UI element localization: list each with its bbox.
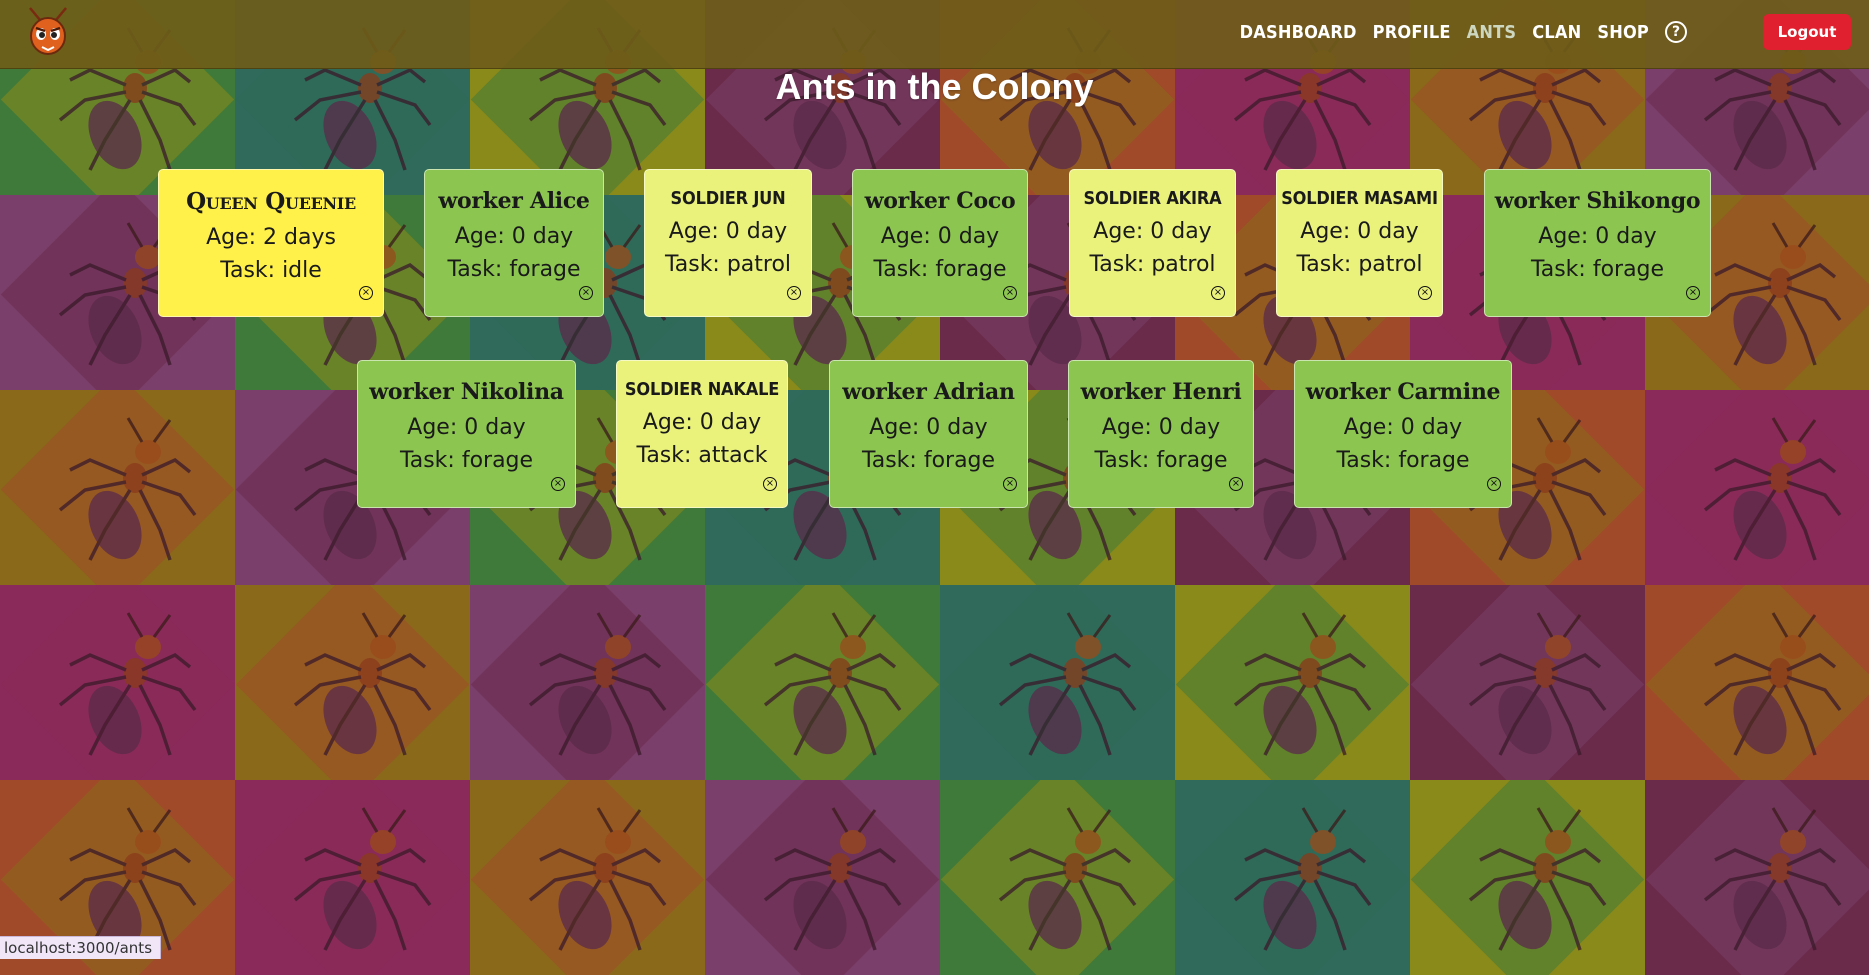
ant-name: worker Shikongo <box>1494 188 1701 214</box>
ant-card[interactable]: worker Shikongo Age: 0 day Task: forage × <box>1484 169 1711 317</box>
ant-age: Age: 0 day <box>869 415 988 440</box>
top-navbar: DASHBOARD PROFILE ANTS CLAN SHOP ? Logou… <box>0 0 1869 69</box>
remove-ant-icon[interactable]: × <box>1003 286 1017 300</box>
ant-task: Task: attack <box>636 443 768 468</box>
ant-age: Age: 0 day <box>1093 219 1212 244</box>
ant-name: worker Adrian <box>842 379 1015 405</box>
nav-clan[interactable]: CLAN <box>1532 22 1581 43</box>
logout-button[interactable]: Logout <box>1763 14 1851 50</box>
ant-age: Age: 0 day <box>880 224 1000 249</box>
ant-name: worker Nikolina <box>369 379 564 405</box>
remove-ant-icon[interactable]: × <box>1003 477 1017 491</box>
main-nav: DASHBOARD PROFILE ANTS CLAN SHOP ? <box>1240 0 1687 64</box>
ant-card-list: Queen Queenie Age: 2 days Task: idle × work… <box>0 0 1869 959</box>
ant-age: Age: 0 day <box>1300 219 1419 244</box>
ant-task: Task: forage <box>1094 448 1228 473</box>
ant-task: Task: forage <box>399 448 534 473</box>
ant-card[interactable]: SOLDIER AKIRA Age: 0 day Task: patrol × <box>1069 169 1236 317</box>
ant-card[interactable]: worker Coco Age: 0 day Task: forage × <box>852 169 1028 317</box>
remove-ant-icon[interactable]: × <box>551 477 565 491</box>
ant-name: worker Henri <box>1080 379 1242 405</box>
help-icon[interactable]: ? <box>1665 21 1687 43</box>
ant-card[interactable]: Queen Queenie Age: 2 days Task: idle × <box>158 169 384 317</box>
ant-logo-icon[interactable] <box>22 6 74 62</box>
ant-age: Age: 0 day <box>668 219 788 244</box>
ant-task: Task: patrol <box>1296 252 1423 277</box>
ant-name: worker Alice <box>438 188 590 214</box>
ant-name: Queen Queenie <box>186 188 356 215</box>
nav-ants[interactable]: ANTS <box>1467 22 1517 43</box>
ant-age: Age: 0 day <box>1343 415 1463 440</box>
remove-ant-icon[interactable]: × <box>787 286 801 300</box>
ant-card[interactable]: SOLDIER NAKALE Age: 0 day Task: attack × <box>616 360 788 508</box>
ant-task: Task: forage <box>1530 257 1665 282</box>
ant-task: Task: patrol <box>1089 252 1216 277</box>
status-bar-url: localhost:3000/ants <box>0 936 162 959</box>
ant-name: worker Carmine <box>1305 379 1501 405</box>
ant-name: SOLDIER MASAMI <box>1281 188 1438 209</box>
ant-name: SOLDIER JUN <box>670 188 786 209</box>
remove-ant-icon[interactable]: × <box>1686 286 1700 300</box>
ant-age: Age: 0 day <box>454 224 574 249</box>
ant-task: Task: forage <box>873 257 1007 282</box>
remove-ant-icon[interactable]: × <box>1418 286 1432 300</box>
ant-age: Age: 0 day <box>407 415 526 440</box>
ant-name: SOLDIER AKIRA <box>1083 188 1222 209</box>
nav-shop[interactable]: SHOP <box>1597 22 1649 43</box>
remove-ant-icon[interactable]: × <box>1211 286 1225 300</box>
ant-card[interactable]: SOLDIER JUN Age: 0 day Task: patrol × <box>644 169 812 317</box>
nav-dashboard[interactable]: DASHBOARD <box>1240 22 1357 43</box>
remove-ant-icon[interactable]: × <box>763 477 777 491</box>
ant-task: Task: forage <box>1336 448 1470 473</box>
ant-age: Age: 0 day <box>642 410 762 435</box>
ant-task: Task: patrol <box>664 252 792 277</box>
remove-ant-icon[interactable]: × <box>579 286 593 300</box>
ant-age: Age: 0 day <box>1538 224 1657 249</box>
ant-task: Task: idle <box>220 258 322 283</box>
remove-ant-icon[interactable]: × <box>359 286 373 300</box>
ant-card[interactable]: worker Henri Age: 0 day Task: forage × <box>1068 360 1254 508</box>
ant-card[interactable]: worker Adrian Age: 0 day Task: forage × <box>829 360 1028 508</box>
ant-card[interactable]: worker Carmine Age: 0 day Task: forage × <box>1294 360 1512 508</box>
ant-name: SOLDIER NAKALE <box>624 379 780 400</box>
ant-task: Task: forage <box>447 257 581 282</box>
remove-ant-icon[interactable]: × <box>1229 477 1243 491</box>
ant-card[interactable]: SOLDIER MASAMI Age: 0 day Task: patrol × <box>1276 169 1443 317</box>
ant-name: worker Coco <box>864 188 1016 214</box>
ant-card[interactable]: worker Alice Age: 0 day Task: forage × <box>424 169 604 317</box>
nav-profile[interactable]: PROFILE <box>1373 22 1451 43</box>
ant-task: Task: forage <box>861 448 996 473</box>
remove-ant-icon[interactable]: × <box>1487 477 1501 491</box>
ant-card[interactable]: worker Nikolina Age: 0 day Task: forage × <box>357 360 576 508</box>
ant-age: Age: 0 day <box>1101 415 1221 440</box>
ant-age: Age: 2 days <box>206 225 336 250</box>
